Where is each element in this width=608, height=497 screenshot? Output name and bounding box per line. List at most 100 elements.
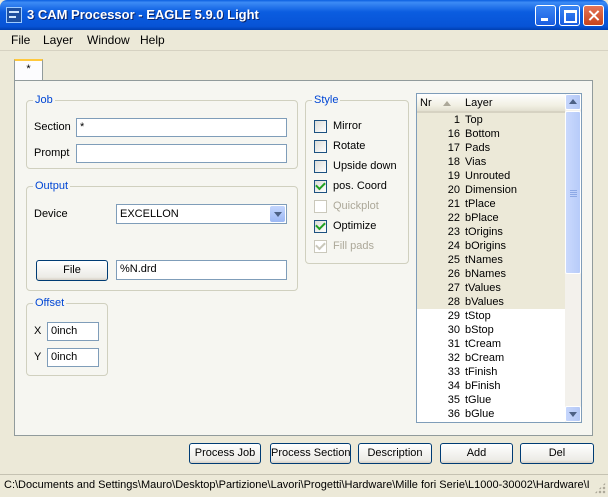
output-group: Output Device EXCELLON File %N.drd	[26, 180, 298, 291]
prompt-input[interactable]	[76, 144, 287, 163]
layer-row[interactable]: 16 Bottom	[417, 127, 566, 141]
layer-list[interactable]: Nr Layer 1 Top 16 Bottom 17 Pads 18 Vias 19 Unrou…	[416, 93, 582, 423]
layer-name: bValues	[465, 296, 504, 308]
offset-x-input[interactable]: 0inch	[47, 322, 99, 341]
layer-nr: 32	[447, 352, 460, 364]
layer-name: bFinish	[465, 380, 501, 392]
menu-help[interactable]: Help	[140, 33, 165, 47]
layer-row[interactable]: 18 Vias	[417, 155, 566, 169]
sort-up-icon	[443, 101, 451, 106]
style-checkbox-upside-down[interactable]	[314, 160, 327, 173]
scroll-up-button[interactable]	[565, 94, 581, 110]
layer-rows: 1 Top 16 Bottom 17 Pads 18 Vias 19 Unrouted 20 Dime…	[417, 113, 566, 421]
style-checkbox-fill-pads	[314, 239, 327, 253]
layer-nr: 19	[447, 170, 460, 182]
status-path: C:\Documents and Settings\Mauro\Desktop\…	[4, 479, 590, 491]
layer-name: tGlue	[465, 394, 492, 406]
output-file-input[interactable]: %N.drd	[116, 260, 287, 280]
layer-row[interactable]: 33 tFinish	[417, 365, 566, 379]
layer-row[interactable]: 26 bNames	[417, 267, 566, 281]
layer-name: tCream	[465, 338, 502, 350]
layer-nr: 30	[447, 324, 460, 336]
del-button[interactable]: Del	[520, 443, 594, 464]
layer-nr: 21	[447, 198, 460, 210]
menu-layer[interactable]: Layer	[43, 33, 73, 47]
style-checkbox-mirror[interactable]	[314, 120, 327, 133]
layer-name: bNames	[465, 268, 506, 280]
chevron-down-icon[interactable]	[270, 206, 285, 222]
layer-row[interactable]: 17 Pads	[417, 141, 566, 155]
layer-nr: 34	[447, 380, 460, 392]
layer-row[interactable]: 35 tGlue	[417, 393, 566, 407]
layer-row[interactable]: 23 tOrigins	[417, 225, 566, 239]
layer-nr: 35	[447, 394, 460, 406]
file-button[interactable]: File	[36, 260, 108, 281]
layer-nr: 16	[447, 128, 460, 140]
layer-nr: 20	[447, 184, 460, 196]
layer-name: tFinish	[465, 366, 498, 378]
layer-nr: 31	[447, 338, 460, 350]
layer-row[interactable]: 34 bFinish	[417, 379, 566, 393]
device-select[interactable]: EXCELLON	[116, 204, 287, 224]
layer-row[interactable]: 29 tStop	[417, 309, 566, 323]
style-checkbox-optimize[interactable]	[314, 219, 327, 233]
offset-group-title: Offset	[33, 297, 67, 309]
layer-row[interactable]: 36 bGlue	[417, 407, 566, 421]
layer-name: bStop	[465, 324, 494, 336]
scroll-down-button[interactable]	[565, 406, 581, 422]
cam-processor-window: 3 CAM Processor - EAGLE 5.9.0 Light File…	[0, 0, 608, 497]
style-option-label: pos. Coord	[333, 180, 387, 192]
cam-section-panel: Job Section * Prompt Output Device EXCEL…	[14, 80, 593, 436]
layer-name: Dimension	[465, 184, 517, 196]
layer-name: bOrigins	[465, 240, 506, 252]
close-button[interactable]	[583, 5, 604, 26]
cam-app-icon	[6, 7, 22, 23]
device-label: Device	[34, 208, 68, 220]
layer-nr: 24	[447, 240, 460, 252]
resize-grip-icon[interactable]	[594, 482, 606, 494]
layer-list-header: Nr Layer	[417, 94, 566, 113]
offset-y-label: Y	[34, 351, 42, 363]
tab-section[interactable]: *	[14, 59, 43, 81]
layer-row[interactable]: 21 tPlace	[417, 197, 566, 211]
layer-row[interactable]: 22 bPlace	[417, 211, 566, 225]
layer-name: bGlue	[465, 408, 495, 420]
offset-group: Offset X 0inch Y 0inch	[26, 297, 108, 376]
layer-row[interactable]: 28 bValues	[417, 295, 566, 309]
minimize-button[interactable]	[535, 5, 556, 26]
layer-row[interactable]: 32 bCream	[417, 351, 566, 365]
layer-row[interactable]: 25 tNames	[417, 253, 566, 267]
layer-name: Vias	[465, 156, 487, 168]
layer-list-scrollbar[interactable]	[565, 94, 581, 422]
description-button[interactable]: Description	[358, 443, 432, 464]
section-label: Section	[34, 121, 71, 133]
col-nr-header[interactable]: Nr	[420, 97, 432, 109]
layer-row[interactable]: 27 tValues	[417, 281, 566, 295]
maximize-button[interactable]	[559, 5, 580, 26]
add-button[interactable]: Add	[440, 443, 513, 464]
section-input[interactable]: *	[76, 118, 287, 137]
checkmark-icon	[315, 239, 326, 251]
layer-row[interactable]: 19 Unrouted	[417, 169, 566, 183]
scroll-thumb[interactable]	[565, 111, 581, 274]
layer-row[interactable]: 24 bOrigins	[417, 239, 566, 253]
prompt-label: Prompt	[34, 147, 70, 159]
menu-window[interactable]: Window	[87, 33, 130, 47]
layer-row[interactable]: 30 bStop	[417, 323, 566, 337]
process-job-button[interactable]: Process Job	[189, 443, 261, 464]
menu-file[interactable]: File	[11, 33, 30, 47]
job-group: Job Section * Prompt	[26, 94, 298, 169]
style-option-label: Mirror	[333, 120, 362, 132]
layer-row[interactable]: 31 tCream	[417, 337, 566, 351]
title-bar[interactable]: 3 CAM Processor - EAGLE 5.9.0 Light	[0, 0, 608, 30]
offset-y-input[interactable]: 0inch	[47, 348, 99, 367]
style-checkbox-quickplot	[314, 200, 327, 213]
job-group-title: Job	[33, 94, 55, 106]
col-layer-header[interactable]: Layer	[465, 97, 493, 109]
layer-nr: 25	[447, 254, 460, 266]
style-checkbox-rotate[interactable]	[314, 140, 327, 153]
style-checkbox-pos-coord[interactable]	[314, 179, 327, 193]
layer-row[interactable]: 20 Dimension	[417, 183, 566, 197]
layer-row[interactable]: 1 Top	[417, 113, 566, 127]
process-section-button[interactable]: Process Section	[270, 443, 351, 464]
